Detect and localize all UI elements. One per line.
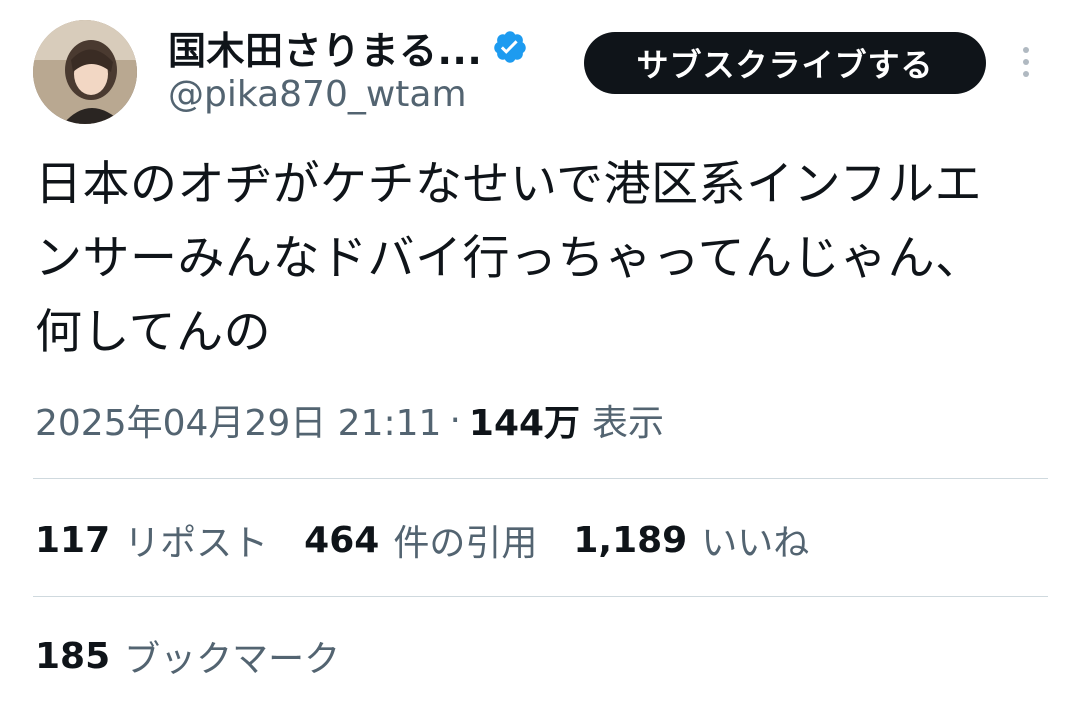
author-name-row[interactable]: 国木田さりまる... [168, 20, 528, 75]
divider [33, 596, 1048, 597]
repost-label: リポスト [124, 523, 269, 564]
timestamp[interactable]: 2025年04月29日 21:11 [35, 394, 441, 446]
bookmark-label: ブックマーク [124, 639, 341, 680]
tweet-meta: 2025年04月29日 21:11 · 144万 表示 [35, 392, 664, 448]
avatar[interactable] [33, 20, 137, 124]
like-count: 1,189 [573, 519, 688, 561]
stat-bookmarks[interactable]: 185 ブックマーク [35, 628, 340, 684]
verified-badge-icon[interactable] [492, 29, 528, 65]
divider [33, 478, 1048, 479]
views-label: 表示 [592, 403, 665, 444]
quote-count: 464 [304, 519, 380, 561]
repost-count: 117 [35, 519, 111, 561]
more-vertical-icon[interactable] [1014, 42, 1038, 82]
engagement-stats: 117 リポスト 464 件の引用 1,189 いいね [35, 512, 845, 568]
views-count: 144万 [468, 403, 581, 444]
tweet-text-line: 日本のオヂがケチなせいで港区系インフルエ [35, 157, 983, 212]
bookmark-count: 185 [35, 635, 111, 677]
subscribe-button[interactable]: サブスクライブする [584, 32, 986, 94]
author-handle[interactable]: @pika870_wtam [168, 74, 467, 115]
avatar-photo [33, 20, 137, 124]
tweet-text-line: ンサーみんなドバイ行っちゃってんじゃん、 [35, 231, 983, 286]
like-label: いいね [701, 523, 810, 564]
stat-likes[interactable]: 1,189 いいね [573, 514, 809, 566]
quote-label: 件の引用 [393, 523, 538, 564]
meta-separator: · [449, 399, 461, 441]
stat-reposts[interactable]: 117 リポスト [35, 514, 268, 566]
tweet-text: 日本のオヂがケチなせいで港区系インフルエ ンサーみんなドバイ行っちゃってんじゃん… [35, 148, 1045, 370]
display-name[interactable]: 国木田さりまる... [168, 20, 482, 75]
stat-quotes[interactable]: 464 件の引用 [304, 514, 537, 566]
tweet-detail: 国木田さりまる... @pika870_wtam サブスクライブする 日本のオヂ… [0, 0, 1080, 711]
tweet-text-line: 何してんの [35, 305, 272, 360]
